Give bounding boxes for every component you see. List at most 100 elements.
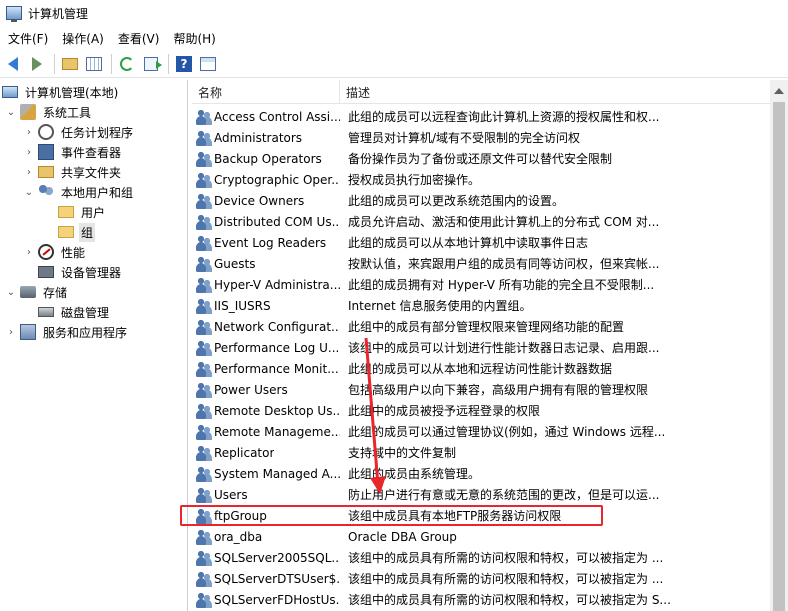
group-row[interactable]: Cryptographic Oper... 授权成员执行加密操作。 xyxy=(192,169,770,190)
group-name-cell: Remote Desktop Us... xyxy=(192,402,340,419)
tree-item-system-tools[interactable]: ⌄ 系统工具 xyxy=(6,102,93,122)
vertical-scrollbar[interactable] xyxy=(770,80,788,611)
group-description: 此组的成员可以通过管理协议(例如，通过 Windows 远程... xyxy=(348,425,666,439)
group-row[interactable]: Replicator 支持域中的文件复制 xyxy=(192,442,770,463)
group-description: 此组中的成员有部分管理权限来管理网络功能的配置 xyxy=(348,320,625,334)
refresh-icon xyxy=(120,56,134,71)
tree-item-event-viewer[interactable]: › 事件查看器 xyxy=(24,142,123,162)
group-icon xyxy=(196,591,212,608)
group-row[interactable]: SQLServerFDHostUs... 该组中的成员具有所需的访问权限和特权，可… xyxy=(192,589,770,610)
tree-item-label: 性能 xyxy=(61,245,86,260)
tree-item-label: 用户 xyxy=(81,205,106,220)
scroll-up-arrow-icon[interactable] xyxy=(774,88,784,94)
group-row[interactable]: Distributed COM Us... 成员允许启动、激活和使用此计算机上的分… xyxy=(192,211,770,232)
group-row[interactable]: Guests 按默认值，来宾跟用户组的成员有同等访问权，但来宾帐... xyxy=(192,253,770,274)
tree-item-users[interactable]: 用户 xyxy=(58,202,107,222)
chevron-down-icon[interactable]: ⌄ xyxy=(6,287,16,298)
tree-item-groups[interactable]: 组 xyxy=(58,222,96,242)
group-icon xyxy=(196,486,212,503)
tree-item-local-users-groups[interactable]: ⌄ 本地用户和组 xyxy=(24,182,135,202)
group-row[interactable]: SQLServer2005SQL... 该组中的成员具有所需的访问权限和特权，可以… xyxy=(192,547,770,568)
tree-item-disk-management[interactable]: 磁盘管理 xyxy=(38,302,111,322)
forward-arrow-icon xyxy=(32,56,42,71)
group-row[interactable]: Performance Log U... 该组中的成员可以计划进行性能计数器日志记… xyxy=(192,337,770,358)
group-row[interactable]: System Managed A... 此组的成员由系统管理。 xyxy=(192,463,770,484)
disk-icon xyxy=(38,307,54,317)
group-name: Guests xyxy=(214,256,256,271)
group-row[interactable]: Administrators 管理员对计算机/域有不受限制的完全访问权 xyxy=(192,127,770,148)
group-name-cell: Guests xyxy=(192,255,340,272)
help-button[interactable]: ? xyxy=(173,53,195,75)
group-row[interactable]: SQLServerDTSUser$... 该组中的成员具有所需的访问权限和特权，可… xyxy=(192,568,770,589)
back-button[interactable] xyxy=(2,53,24,75)
group-name-cell: Cryptographic Oper... xyxy=(192,171,340,188)
group-name: ora_dba xyxy=(214,529,263,544)
chevron-down-icon[interactable]: ⌄ xyxy=(6,107,16,118)
column-header-name[interactable]: 名称 xyxy=(192,80,340,104)
group-icon xyxy=(196,465,212,482)
refresh-button[interactable] xyxy=(116,53,138,75)
menu-view[interactable]: 查看(V) xyxy=(116,30,168,47)
chevron-right-icon[interactable]: › xyxy=(24,127,34,138)
menu-help[interactable]: 帮助(H) xyxy=(171,30,223,47)
group-icon xyxy=(196,423,212,440)
group-row[interactable]: Remote Manageme... 此组的成员可以通过管理协议(例如，通过 Wi… xyxy=(192,421,770,442)
tree-item-shared-folders[interactable]: › 共享文件夹 xyxy=(24,162,123,182)
group-row[interactable]: ora_dba Oracle DBA Group xyxy=(192,526,770,547)
group-row[interactable]: Device Owners 此组的成员可以更改系统范围内的设置。 xyxy=(192,190,770,211)
group-description: 此组的成员拥有对 Hyper-V 所有功能的完全且不受限制... xyxy=(348,278,655,292)
group-description: 该组中的成员可以计划进行性能计数器日志记录、启用跟... xyxy=(348,341,660,355)
clock-icon xyxy=(38,124,54,140)
tree-item-label: 磁盘管理 xyxy=(61,305,110,320)
tree-item-storage[interactable]: ⌄ 存储 xyxy=(6,282,69,302)
column-header-description[interactable]: 描述 xyxy=(340,80,770,104)
tree-item-label: 组 xyxy=(79,222,96,242)
group-description: 授权成员执行加密操作。 xyxy=(348,173,481,187)
group-row[interactable]: IIS_IUSRS Internet 信息服务使用的内置组。 xyxy=(192,295,770,316)
users-icon xyxy=(38,184,54,200)
group-name-cell: SQLServerFDHostUs... xyxy=(192,591,340,608)
group-row[interactable]: Network Configurat... 此组中的成员有部分管理权限来管理网络功… xyxy=(192,316,770,337)
group-row[interactable]: Performance Monit... 此组的成员可以从本地和远程访问性能计数器… xyxy=(192,358,770,379)
tree-item-computer-management[interactable]: 计算机管理(本地) xyxy=(2,82,120,102)
chevron-right-icon[interactable]: › xyxy=(6,327,16,338)
menu-action[interactable]: 操作(A) xyxy=(60,30,112,47)
group-name-cell: IIS_IUSRS xyxy=(192,297,340,314)
chevron-down-icon[interactable]: ⌄ xyxy=(24,187,34,198)
chevron-right-icon[interactable]: › xyxy=(24,167,34,178)
group-name: Network Configurat... xyxy=(214,319,340,334)
group-row[interactable]: Event Log Readers 此组的成员可以从本地计算机中读取事件日志 xyxy=(192,232,770,253)
group-name: SQLServerDTSUser$... xyxy=(214,571,340,586)
group-description: Oracle DBA Group xyxy=(348,529,457,544)
tree-item-services-applications[interactable]: › 服务和应用程序 xyxy=(6,322,129,342)
menu-file[interactable]: 文件(F) xyxy=(6,30,56,47)
export-list-button[interactable] xyxy=(140,53,162,75)
window-title: 计算机管理 xyxy=(28,6,89,21)
show-hide-tree-button[interactable] xyxy=(83,53,105,75)
storage-icon xyxy=(20,286,36,298)
group-row[interactable]: Users 防止用户进行有意或无意的系统范围的更改，但是可以运... xyxy=(192,484,770,505)
group-name: Performance Log U... xyxy=(214,340,340,355)
groups-list-pane: 名称 描述 Access Control Assi... 此组的成员可以远程查询此… xyxy=(192,80,788,611)
group-name: Event Log Readers xyxy=(214,235,327,250)
group-row[interactable]: Access Control Assi... 此组的成员可以远程查询此计算机上资源… xyxy=(192,106,770,127)
tree-item-performance[interactable]: › 性能 xyxy=(24,242,87,262)
up-one-level-button[interactable] xyxy=(59,53,81,75)
view-button[interactable] xyxy=(197,53,219,75)
group-row[interactable]: Backup Operators 备份操作员为了备份或还原文件可以替代安全限制 xyxy=(192,148,770,169)
forward-button[interactable] xyxy=(26,53,48,75)
group-row[interactable]: Hyper-V Administra... 此组的成员拥有对 Hyper-V 所有… xyxy=(192,274,770,295)
list-header: 名称 描述 xyxy=(192,80,770,104)
tree-item-device-manager[interactable]: 设备管理器 xyxy=(38,262,123,282)
group-description: 备份操作员为了备份或还原文件可以替代安全限制 xyxy=(348,152,613,166)
chevron-right-icon[interactable]: › xyxy=(24,147,34,158)
chevron-right-icon[interactable]: › xyxy=(24,247,34,258)
tree-item-label: 系统工具 xyxy=(43,105,92,120)
navigation-tree: 计算机管理(本地) ⌄ 系统工具 › 任务计划程序 › 事件查看器 › 共享文件… xyxy=(0,80,188,611)
scrollbar-thumb[interactable] xyxy=(773,102,785,611)
group-name-cell: Remote Manageme... xyxy=(192,423,340,440)
group-row[interactable]: Power Users 包括高级用户以向下兼容，高级用户拥有有限的管理权限 xyxy=(192,379,770,400)
group-row[interactable]: Remote Desktop Us... 此组中的成员被授予远程登录的权限 xyxy=(192,400,770,421)
tree-item-task-scheduler[interactable]: › 任务计划程序 xyxy=(24,122,135,142)
group-name: Remote Desktop Us... xyxy=(214,403,340,418)
